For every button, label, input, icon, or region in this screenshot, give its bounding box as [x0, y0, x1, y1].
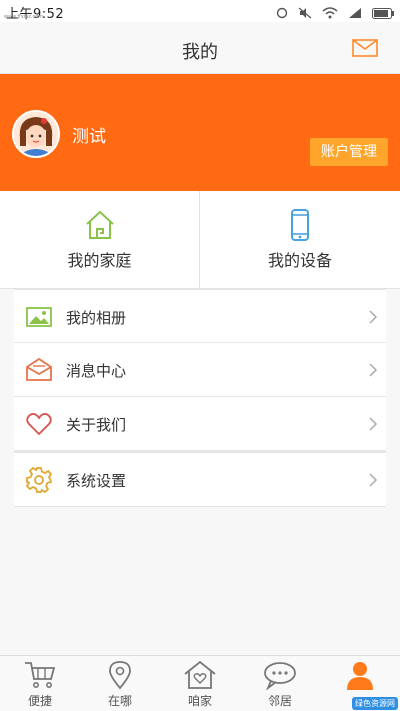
status-bar: 上午9:52 www.ffxiaz.com	[0, 0, 400, 22]
tab-mine[interactable]: 绿色资源网	[320, 656, 400, 711]
wifi-icon	[322, 4, 338, 23]
tab-neighbors[interactable]: 邻居	[240, 656, 320, 711]
tab-label: 便捷	[27, 694, 52, 708]
menu-label: 关于我们	[66, 416, 127, 434]
menu-item-about[interactable]: 关于我们	[14, 397, 386, 451]
phone-icon	[284, 209, 316, 241]
menu-item-messages[interactable]: 消息中心	[14, 343, 386, 397]
chat-icon	[262, 660, 298, 691]
profile-banner: 测试 账户管理	[0, 74, 400, 191]
menu-label: 消息中心	[66, 362, 127, 380]
tab-label: 邻居	[267, 694, 292, 708]
quick-my-devices[interactable]: 我的设备	[200, 191, 400, 289]
message-icon	[26, 357, 52, 383]
album-icon	[26, 304, 52, 330]
tab-bar: 便捷 在哪 咱家 邻居 绿色资源网	[0, 655, 400, 711]
person-icon	[342, 660, 378, 690]
tab-our-home[interactable]: 咱家	[160, 656, 240, 711]
username: 测试	[72, 127, 106, 147]
tab-label: 咱家	[187, 694, 212, 708]
heart-icon	[26, 411, 52, 437]
cart-icon	[22, 660, 58, 690]
gear-icon	[25, 466, 53, 494]
home-icon	[84, 209, 116, 241]
page-title: 我的	[182, 42, 218, 63]
signal-icon	[348, 4, 362, 23]
chevron-right-icon	[368, 472, 378, 487]
tab-convenience[interactable]: 便捷	[0, 656, 80, 711]
menu-label: 系统设置	[66, 472, 127, 490]
battery-icon	[372, 4, 394, 23]
quick-label: 我的设备	[267, 251, 332, 270]
menu-item-album[interactable]: 我的相册	[14, 289, 386, 343]
chevron-right-icon	[368, 309, 378, 324]
mute-icon	[298, 4, 312, 23]
quick-label: 我的家庭	[67, 251, 132, 270]
menu-item-settings[interactable]: 系统设置	[14, 453, 386, 507]
menu-label: 我的相册	[66, 309, 127, 327]
tab-label: 在哪	[107, 694, 132, 708]
location-icon	[102, 660, 138, 690]
status-icons	[276, 4, 394, 23]
chevron-right-icon	[368, 362, 378, 377]
tab-where[interactable]: 在哪	[80, 656, 160, 711]
chevron-right-icon	[368, 416, 378, 431]
quick-grid: 我的家庭 我的设备	[0, 191, 400, 289]
brand-badge: 绿色资源网	[352, 697, 398, 710]
avatar[interactable]	[12, 110, 60, 158]
status-watermark: www.ffxiaz.com	[4, 14, 44, 20]
home-heart-icon	[182, 660, 218, 690]
mail-icon[interactable]	[352, 39, 378, 57]
account-manage-button[interactable]: 账户管理	[310, 138, 388, 166]
app-header: 我的	[0, 22, 400, 74]
quick-my-family[interactable]: 我的家庭	[0, 191, 200, 289]
alarm-icon	[276, 4, 288, 23]
menu-list: 我的相册 消息中心 关于我们 系统设置	[14, 289, 386, 507]
